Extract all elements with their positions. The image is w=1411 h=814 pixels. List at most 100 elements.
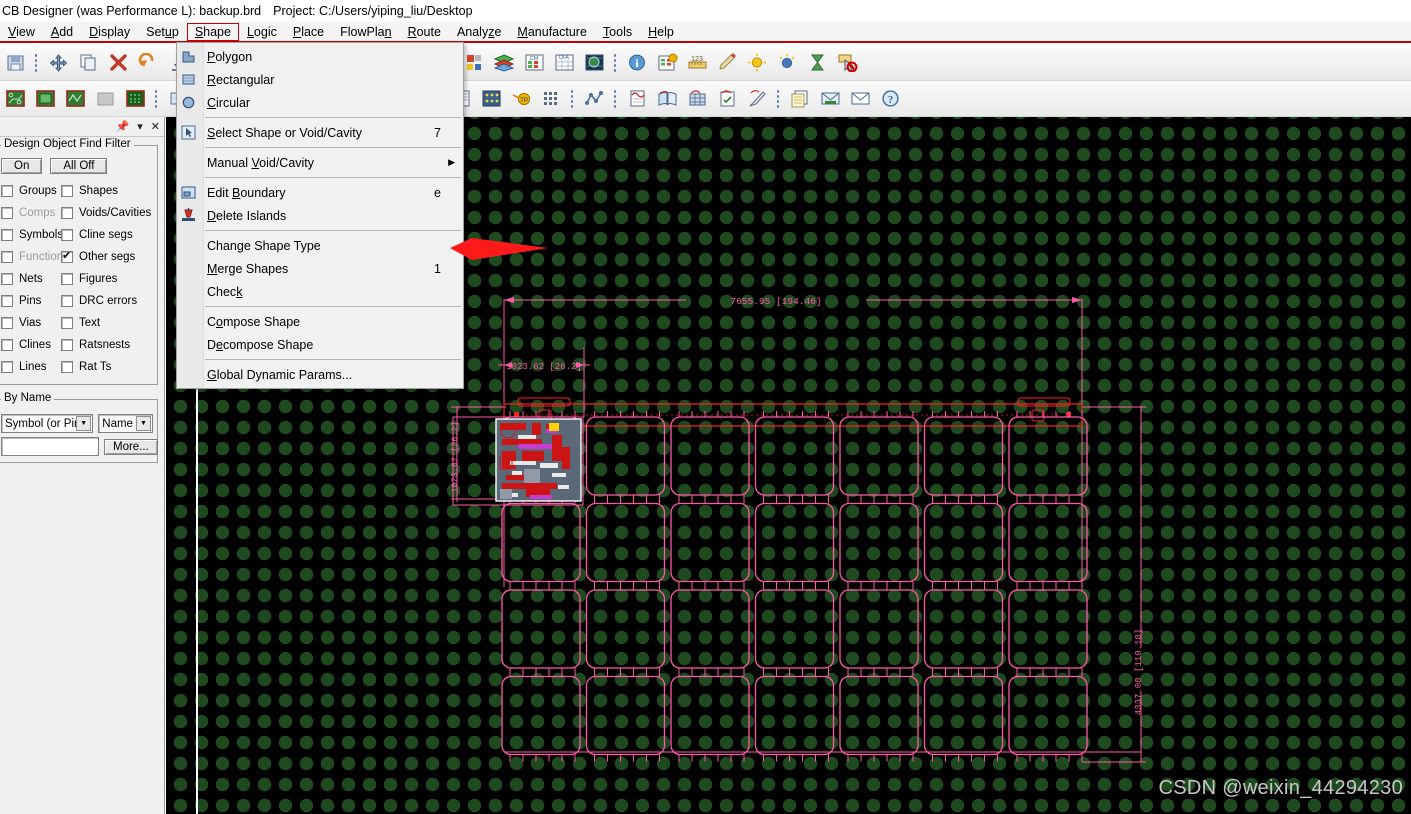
- copy-icon[interactable]: [74, 49, 102, 77]
- close-icon[interactable]: ✕: [151, 120, 160, 133]
- toolbar-grip[interactable]: [775, 87, 782, 110]
- find-filter-right-other-segs[interactable]: Other segs: [61, 246, 153, 268]
- email-icon[interactable]: [816, 85, 844, 113]
- shape-menu-dropdown[interactable]: Polygon Rectangular Circular Select Shape o…: [176, 42, 464, 389]
- menu-item-edit-boundary[interactable]: Edit Boundary e: [177, 181, 463, 204]
- hourglass-icon[interactable]: [803, 49, 831, 77]
- menu-item-global-dynamic-params[interactable]: Global Dynamic Params...: [177, 363, 463, 386]
- toolbar-grip[interactable]: [612, 87, 619, 110]
- help-question-icon[interactable]: ?: [876, 85, 904, 113]
- menu-item-manual-void-cavity[interactable]: Manual Void/Cavity ▶: [177, 151, 463, 174]
- checkbox-icon[interactable]: [61, 295, 73, 307]
- find-filter-right-shapes[interactable]: Shapes: [61, 180, 153, 202]
- constraint-manager-icon[interactable]: CM: [520, 49, 548, 77]
- find-filter-left-pins[interactable]: Pins: [1, 290, 61, 312]
- signal-analysis-icon[interactable]: [580, 85, 608, 113]
- board-signal-icon[interactable]: [61, 85, 89, 113]
- chevron-down-icon[interactable]: ▾: [137, 120, 143, 133]
- chevron-down-icon[interactable]: ▼: [76, 416, 92, 431]
- find-filter-left-nets[interactable]: Nets: [1, 268, 61, 290]
- measure-icon[interactable]: 123: [683, 49, 711, 77]
- find-filter-left-clines[interactable]: Clines: [1, 334, 61, 356]
- find-filter-right-cline-segs[interactable]: Cline segs: [61, 224, 153, 246]
- checkbox-icon[interactable]: [1, 273, 13, 285]
- find-filter-right-drc-errors[interactable]: DRC errors: [61, 290, 153, 312]
- search-input[interactable]: [1, 437, 99, 456]
- checkbox-icon[interactable]: [61, 249, 73, 263]
- menu-flowplan[interactable]: FlowPlan: [332, 23, 399, 41]
- checkbox-icon[interactable]: [61, 361, 73, 373]
- menu-analyze[interactable]: Analyze: [449, 23, 509, 41]
- menu-add[interactable]: Add: [43, 23, 81, 41]
- more-button[interactable]: More...: [104, 438, 158, 455]
- subclass-visibility-icon[interactable]: [460, 49, 488, 77]
- menu-logic[interactable]: Logic: [239, 23, 285, 41]
- dfa-table-icon[interactable]: DFA: [550, 49, 578, 77]
- find-filter-right-text[interactable]: Text: [61, 312, 153, 334]
- info-icon[interactable]: i: [623, 49, 651, 77]
- chevron-down-icon[interactable]: ▼: [136, 416, 151, 431]
- menu-item-select-shape-or-void-cavity[interactable]: Select Shape or Void/Cavity 7: [177, 121, 463, 144]
- menu-item-merge-shapes[interactable]: Merge Shapes 1: [177, 257, 463, 280]
- pin-icon[interactable]: 📌: [116, 120, 130, 133]
- find-filter-left-vias[interactable]: Vias: [1, 312, 61, 334]
- testpoint-icon[interactable]: TP: [507, 85, 535, 113]
- blank-board-icon[interactable]: [91, 85, 119, 113]
- menu-item-compose-shape[interactable]: Compose Shape: [177, 310, 463, 333]
- board-route-icon[interactable]: [1, 85, 29, 113]
- menu-item-delete-islands[interactable]: Delete Islands: [177, 204, 463, 227]
- world-view-icon[interactable]: [580, 49, 608, 77]
- checklist-icon[interactable]: [713, 85, 741, 113]
- notes-icon[interactable]: [786, 85, 814, 113]
- all-on-button[interactable]: On: [1, 158, 43, 174]
- find-filter-right-figures[interactable]: Figures: [61, 268, 153, 290]
- report-icon[interactable]: [653, 49, 681, 77]
- find-filter-right-ratsnests[interactable]: Ratsnests: [61, 334, 153, 356]
- checkbox-icon[interactable]: [1, 185, 13, 197]
- menu-item-rectangular[interactable]: Rectangular: [177, 68, 463, 91]
- checkbox-icon[interactable]: [61, 185, 73, 197]
- board-array-icon[interactable]: [121, 85, 149, 113]
- checkbox-icon[interactable]: [1, 295, 13, 307]
- menu-tools[interactable]: Tools: [595, 23, 640, 41]
- checkbox-icon[interactable]: [61, 273, 73, 285]
- menu-setup[interactable]: Setup: [138, 23, 187, 41]
- toolbar-grip[interactable]: [33, 51, 40, 74]
- checkbox-icon[interactable]: [61, 317, 73, 329]
- bga-array-icon[interactable]: [537, 85, 565, 113]
- menu-route[interactable]: Route: [400, 23, 449, 41]
- undo-icon[interactable]: [134, 49, 162, 77]
- checkbox-icon[interactable]: [1, 361, 13, 373]
- menu-display[interactable]: Display: [81, 23, 138, 41]
- find-filter-left-symbols[interactable]: Symbols: [1, 224, 63, 246]
- save-icon[interactable]: [1, 49, 29, 77]
- message-icon[interactable]: [846, 85, 874, 113]
- checkbox-icon[interactable]: [1, 339, 13, 351]
- menu-item-change-shape-type[interactable]: Change Shape Type: [177, 234, 463, 257]
- toolbar-grip[interactable]: [612, 51, 619, 74]
- brightness-up-icon[interactable]: [743, 49, 771, 77]
- batch-sim-icon[interactable]: [683, 85, 711, 113]
- library-icon[interactable]: [653, 85, 681, 113]
- find-filter-right-voids-cavities[interactable]: Voids/Cavities: [61, 202, 153, 224]
- toolbar-grip[interactable]: [569, 87, 576, 110]
- checkbox-icon[interactable]: [61, 207, 73, 219]
- cancel-cursor-icon[interactable]: [833, 49, 861, 77]
- probe-icon[interactable]: [743, 85, 771, 113]
- move-icon[interactable]: [44, 49, 72, 77]
- find-filter-left-groups[interactable]: Groups: [1, 180, 61, 202]
- find-filter-right-rat-ts[interactable]: Rat Ts: [61, 356, 153, 378]
- delete-x-icon[interactable]: [104, 49, 132, 77]
- highlight-icon[interactable]: [713, 49, 741, 77]
- menu-view[interactable]: View: [0, 23, 43, 41]
- menu-shape[interactable]: Shape: [186, 22, 239, 41]
- menu-item-circular[interactable]: Circular: [177, 91, 463, 114]
- all-off-button[interactable]: All Off: [50, 158, 108, 174]
- toolbar-grip[interactable]: [153, 87, 160, 110]
- checkbox-icon[interactable]: [1, 229, 13, 241]
- checkbox-icon[interactable]: [61, 339, 73, 351]
- shadow-icon[interactable]: [773, 49, 801, 77]
- layers-icon[interactable]: [490, 49, 518, 77]
- menu-manufacture[interactable]: Manufacture: [509, 23, 595, 41]
- menu-help[interactable]: Help: [640, 23, 682, 41]
